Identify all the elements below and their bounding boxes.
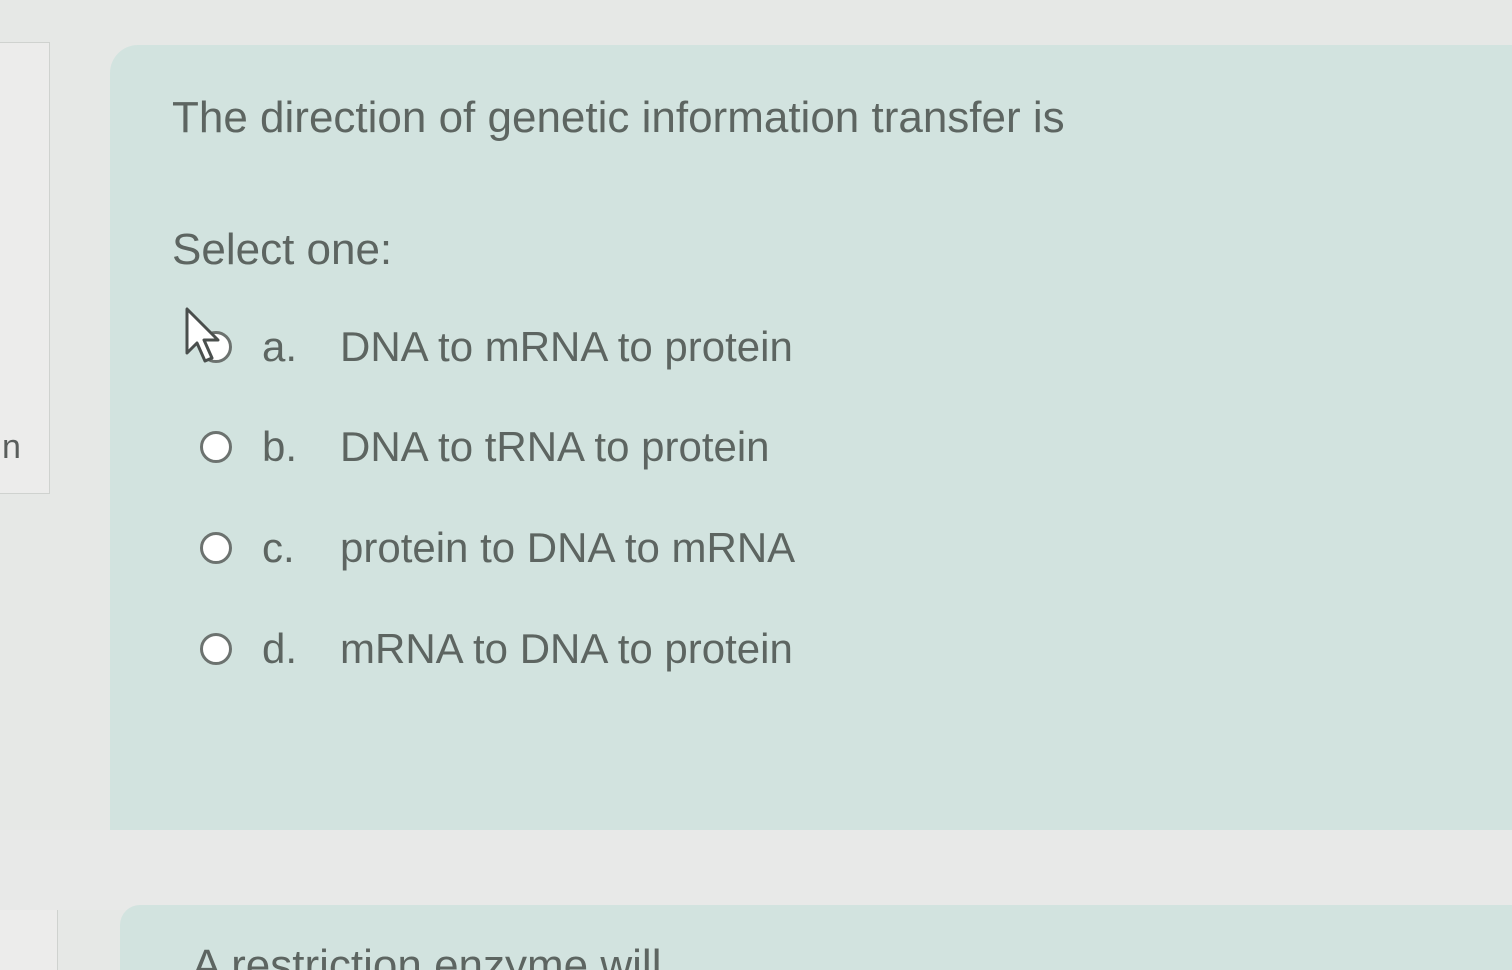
mouse-pointer-icon: [185, 307, 220, 363]
option-letter-b: b.: [262, 423, 298, 470]
select-one-prompt: Select one:: [172, 225, 393, 274]
next-question-text: A restriction enzyme will: [192, 941, 662, 970]
answer-option-b[interactable]: b. DNA to tRNA to protein: [200, 417, 920, 477]
answer-option-d[interactable]: d. mRNA to DNA to protein: [200, 619, 920, 679]
option-text-a[interactable]: DNA to mRNA to protein: [340, 323, 793, 371]
option-letter-c: c.: [262, 524, 295, 571]
answer-option-a[interactable]: a. DNA to mRNA to protein: [200, 317, 920, 377]
next-question-box: A restriction enzyme will: [120, 905, 1512, 970]
answer-option-c[interactable]: c. protein to DNA to mRNA: [200, 518, 920, 578]
option-text-d[interactable]: mRNA to DNA to protein: [340, 625, 793, 673]
quiz-page: n The direction of genetic information t…: [0, 0, 1512, 970]
side-panel-fragment-text: n: [2, 428, 21, 466]
radio-button-b[interactable]: [200, 431, 232, 463]
radio-button-c[interactable]: [200, 532, 232, 564]
question-box: The direction of genetic information tra…: [110, 45, 1512, 830]
option-text-c[interactable]: protein to DNA to mRNA: [340, 524, 795, 572]
option-letter-a: a.: [262, 323, 298, 370]
option-letter-d: d.: [262, 625, 298, 672]
quiz-navigation-panel-lower: [0, 905, 58, 970]
question-text: The direction of genetic information tra…: [172, 93, 1065, 142]
radio-button-d[interactable]: [200, 633, 232, 665]
option-text-b[interactable]: DNA to tRNA to protein: [340, 423, 770, 471]
quiz-navigation-panel: [0, 42, 50, 494]
question-separator: [0, 830, 1512, 910]
